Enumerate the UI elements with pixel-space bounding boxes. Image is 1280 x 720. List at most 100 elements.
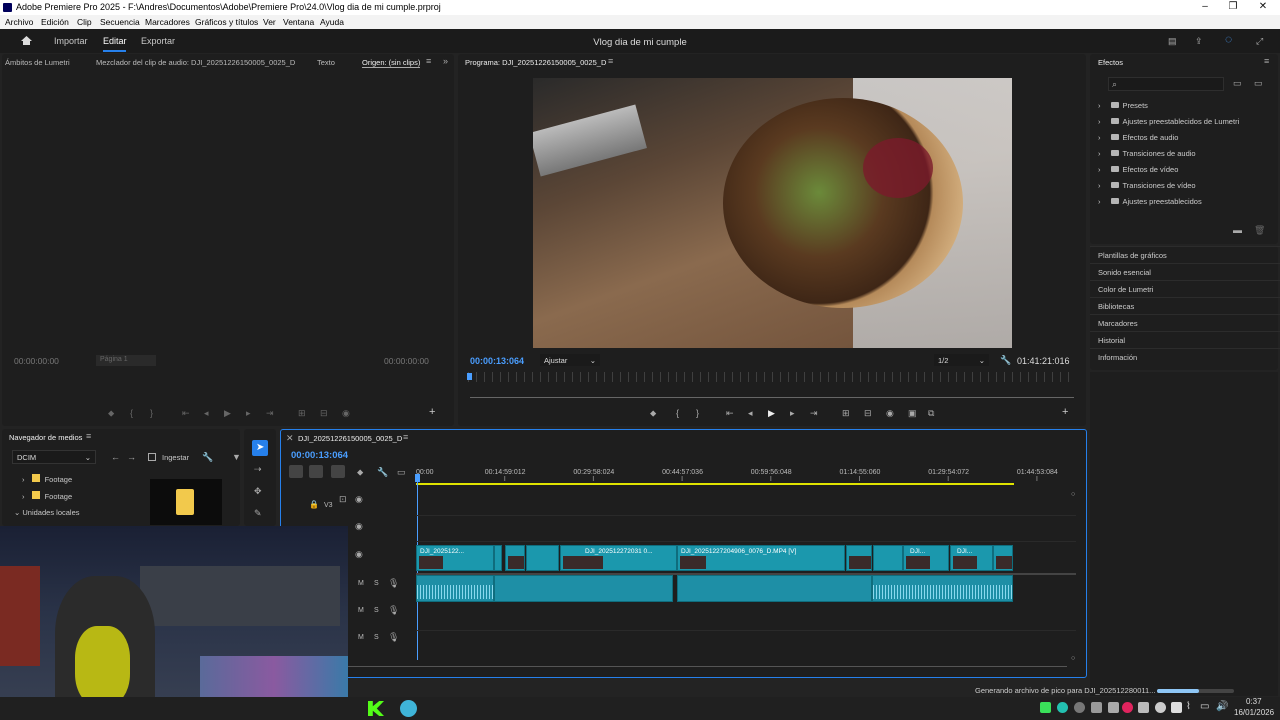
go-to-in-icon[interactable]: ⇤ <box>726 409 734 418</box>
panel-info[interactable]: Información <box>1090 348 1280 365</box>
video-clip[interactable]: DJI_20251227204906_0076_D.MP4 [V] <box>677 545 845 571</box>
kick-app-icon[interactable] <box>368 701 384 716</box>
new-custom-bin-icon[interactable]: ▭ <box>1254 79 1263 88</box>
wifi-icon[interactable]: ⌇ <box>1186 701 1191 712</box>
add-marker-icon[interactable]: ⬥ <box>357 468 363 477</box>
panel-menu-icon[interactable]: ≡ <box>403 433 408 442</box>
solo-button[interactable]: S <box>374 580 379 587</box>
menu-archivo[interactable]: Archivo <box>5 17 33 27</box>
tab-lumetri-scopes[interactable]: Ámbitos de Lumetri <box>5 58 70 67</box>
video-clip[interactable] <box>526 545 559 571</box>
video-clip[interactable]: DJI_202512272031 0... <box>560 545 677 571</box>
fullscreen-icon[interactable]: ⤢ <box>1256 37 1263 46</box>
tab-source[interactable]: Origen: (sin clips) <box>362 58 421 68</box>
location-dropdown[interactable]: DCIM ⌄ <box>12 450 96 464</box>
timeline-settings-icon[interactable]: 🔧 <box>377 468 388 477</box>
menu-ayuda[interactable]: Ayuda <box>320 17 344 27</box>
insert-icon[interactable]: ⊞ <box>298 409 306 418</box>
panel-menu-icon[interactable]: ≡ <box>1264 57 1269 66</box>
comparison-view-icon[interactable]: ▣ <box>908 409 917 418</box>
panel-history[interactable]: Historial <box>1090 331 1280 348</box>
program-playhead-timecode[interactable]: 00:00:13:064 <box>470 356 524 366</box>
more-tabs-icon[interactable]: » <box>443 57 448 66</box>
resolution-dropdown[interactable]: 1/2 ⌄ <box>934 354 989 366</box>
progress-indicator-icon[interactable]: ◌ <box>1225 33 1232 45</box>
media-thumbnail[interactable] <box>150 479 222 525</box>
program-ruler[interactable] <box>468 372 1076 382</box>
solo-button[interactable]: S <box>374 607 379 614</box>
step-back-icon[interactable]: ◂ <box>748 409 753 418</box>
nest-toggle-icon[interactable] <box>289 465 303 478</box>
audio-clip[interactable] <box>416 575 494 602</box>
menu-graficos[interactable]: Gráficos y títulos <box>195 17 258 27</box>
panel-menu-icon[interactable]: ≡ <box>86 432 91 441</box>
tray-app-icon[interactable] <box>1108 702 1119 713</box>
video-clip[interactable]: DJI_2025122... <box>416 545 494 571</box>
captions-icon[interactable]: ▭ <box>397 468 406 477</box>
program-video-frame[interactable] <box>533 78 1012 348</box>
mark-out-icon[interactable]: } <box>696 409 699 418</box>
clock-time[interactable]: 0:37 <box>1246 697 1262 706</box>
snap-magnet-icon[interactable] <box>309 465 323 478</box>
audio-clip[interactable] <box>872 575 1013 602</box>
tree-item-local-drives[interactable]: ⌄ Unidades locales <box>14 508 80 517</box>
effects-folder-presets[interactable]: › Presets <box>1098 101 1148 110</box>
page-select[interactable]: Página 1 <box>96 355 156 366</box>
export-frame-icon[interactable]: ◉ <box>342 409 350 418</box>
eye-icon[interactable]: ◉ <box>355 495 363 504</box>
source-timecode-in[interactable]: 00:00:00:00 <box>14 356 59 366</box>
lift-icon[interactable]: ⊞ <box>842 409 850 418</box>
tree-item-footage[interactable]: › Footage <box>22 474 72 484</box>
step-forward-icon[interactable]: ▸ <box>246 409 251 418</box>
tray-app-icon[interactable] <box>1122 702 1133 713</box>
microphone-icon[interactable]: 🎙 <box>388 633 399 642</box>
marker-icon[interactable]: ⬥ <box>108 409 114 418</box>
video-clip[interactable] <box>494 545 502 571</box>
timeline-ruler[interactable]: 00:00 00:14:59:012 00:29:58:024 00:44:57:03… <box>416 465 1066 487</box>
sequence-tab[interactable]: DJI_20251226150005_0025_D <box>298 434 402 443</box>
tree-item-footage-2[interactable]: › Footage <box>22 491 72 501</box>
tab-audio-clip-mixer[interactable]: Mezclador del clip de audio: DJI_2025122… <box>96 58 295 67</box>
panel-menu-icon[interactable]: ≡ <box>608 57 613 66</box>
menu-clip[interactable]: Clip <box>77 17 92 27</box>
effects-folder-video-transitions[interactable]: › Transiciones de vídeo <box>1098 181 1196 190</box>
trash-icon[interactable]: 🗑 <box>1254 226 1265 235</box>
mark-in-icon[interactable]: { <box>130 409 133 418</box>
go-to-in-icon[interactable]: ⇤ <box>182 409 190 418</box>
effects-folder-audio-transitions[interactable]: › Transiciones de audio <box>1098 149 1196 158</box>
step-forward-icon[interactable]: ▸ <box>790 409 795 418</box>
video-clip[interactable] <box>846 545 872 571</box>
menu-ver[interactable]: Ver <box>263 17 276 27</box>
video-clip[interactable] <box>505 545 525 571</box>
new-bin-icon[interactable]: ▭ <box>1233 79 1242 88</box>
razor-tool-icon[interactable]: ✎ <box>254 509 262 518</box>
forward-arrow-icon[interactable]: → <box>127 453 136 462</box>
video-clip[interactable]: DJI... <box>950 545 993 571</box>
effects-folder-audio-effects[interactable]: › Efectos de audio <box>1098 133 1178 142</box>
video-clip[interactable] <box>873 545 903 571</box>
share-icon[interactable]: ⇪ <box>1195 37 1203 46</box>
close-button[interactable]: ✕ <box>1248 1 1278 12</box>
mute-button[interactable]: M <box>358 580 364 587</box>
step-back-icon[interactable]: ◂ <box>204 409 209 418</box>
menu-ventana[interactable]: Ventana <box>283 17 314 27</box>
tray-app-icon[interactable] <box>1057 702 1068 713</box>
add-button-icon[interactable]: + <box>1062 407 1068 418</box>
app-icon[interactable] <box>400 700 417 717</box>
audio-clip[interactable] <box>494 575 673 602</box>
ripple-edit-tool-icon[interactable]: ✥ <box>254 487 262 496</box>
export-frame-icon[interactable]: ◉ <box>886 409 894 418</box>
panel-libraries[interactable]: Bibliotecas <box>1090 297 1280 314</box>
effects-folder-video-effects[interactable]: › Efectos de vídeo <box>1098 165 1178 174</box>
wrench-icon[interactable]: 🔧 <box>1000 356 1011 365</box>
panel-menu-icon[interactable]: ≡ <box>426 57 431 66</box>
menu-secuencia[interactable]: Secuencia <box>100 17 140 27</box>
mute-button[interactable]: M <box>358 634 364 641</box>
video-clip[interactable] <box>993 545 1013 571</box>
volume-icon[interactable]: 🔊 <box>1216 701 1228 712</box>
go-to-out-icon[interactable]: ⇥ <box>810 409 818 418</box>
eye-icon[interactable]: ◉ <box>355 550 363 559</box>
clock-date[interactable]: 16/01/2026 <box>1234 708 1274 717</box>
tray-app-icon[interactable] <box>1074 702 1085 713</box>
video-clip[interactable]: DJI... <box>903 545 949 571</box>
